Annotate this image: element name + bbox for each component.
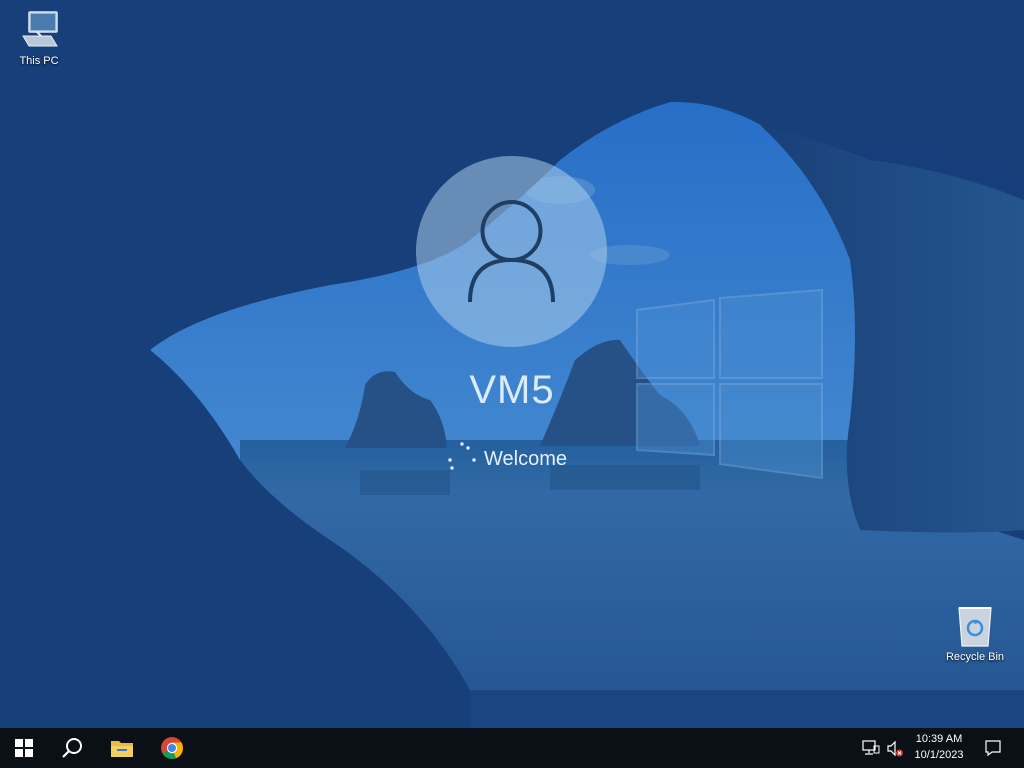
notification-icon bbox=[985, 740, 1001, 757]
login-dim-overlay bbox=[0, 0, 1024, 728]
search-icon bbox=[62, 738, 82, 758]
desktop: This PC Recycle Bin VM5 Welcome 10:39 AM… bbox=[0, 0, 1024, 768]
taskbar-clock[interactable]: 10:39 AM 10/1/2023 bbox=[906, 731, 972, 763]
desktop-icon-label: This PC bbox=[19, 55, 59, 67]
action-center-button[interactable] bbox=[978, 728, 1008, 768]
network-icon[interactable] bbox=[862, 740, 880, 756]
chrome-button[interactable] bbox=[148, 728, 196, 768]
desktop-icon-label: Recycle Bin bbox=[945, 651, 1005, 663]
volume-muted-icon[interactable] bbox=[886, 740, 904, 758]
windows-start-icon bbox=[15, 739, 33, 757]
file-explorer-button[interactable] bbox=[98, 728, 146, 768]
computer-icon bbox=[22, 11, 58, 47]
clock-time: 10:39 AM bbox=[915, 733, 963, 745]
chrome-icon bbox=[161, 737, 184, 760]
user-name: VM5 bbox=[469, 368, 555, 412]
loading-spinner-icon bbox=[448, 442, 476, 470]
desktop-icon-recycle-bin[interactable]: Recycle Bin bbox=[937, 602, 1013, 663]
folder-icon bbox=[111, 741, 133, 757]
sign-in-status: Welcome bbox=[436, 440, 596, 476]
start-button[interactable] bbox=[0, 728, 48, 768]
search-button[interactable] bbox=[48, 728, 96, 768]
user-avatar bbox=[416, 156, 607, 347]
clock-date: 10/1/2023 bbox=[914, 749, 964, 761]
desktop-icon-this-pc[interactable]: This PC bbox=[1, 8, 77, 67]
welcome-text: Welcome bbox=[484, 448, 567, 470]
user-icon bbox=[468, 200, 555, 303]
recycle-bin-icon bbox=[958, 607, 992, 647]
